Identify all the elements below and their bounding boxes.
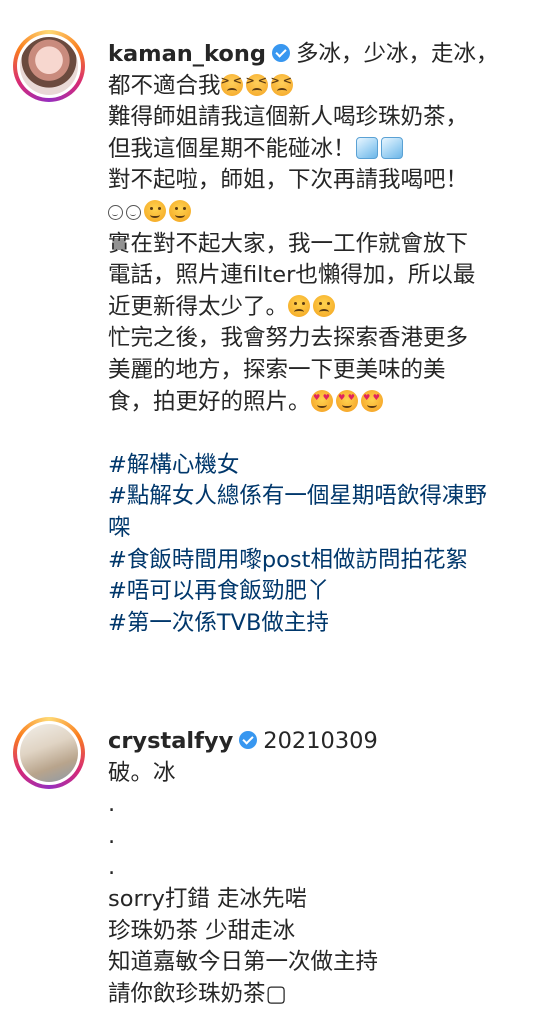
caption-line: 對不起啦，師姐，下次再請我喝吧！: [108, 167, 469, 194]
caption-body: kaman_kong 多冰，少冰，走冰， 都不適合我 難得師姐請我這個新人喝珍珠奶…: [108, 39, 538, 639]
comment-line: 知道嘉敏今日第一次做主持: [108, 949, 379, 976]
comment-line: .: [108, 854, 116, 881]
comment-line: .: [108, 822, 116, 849]
hashtag-link[interactable]: #解構心機女: [108, 452, 239, 478]
ice-cube-icon: [380, 136, 403, 159]
hashtag-link[interactable]: 㗎: [108, 515, 131, 541]
caption-line: 都不適合我: [108, 72, 221, 99]
username-link[interactable]: kaman_kong: [108, 41, 266, 67]
hashtag-link[interactable]: #第一次係TVB做主持: [108, 610, 329, 636]
avatar-photo: [20, 724, 78, 782]
winking-face-icon: [144, 199, 166, 222]
caption-line: 食，拍更好的照片。: [108, 388, 311, 415]
winking-face-icon: [169, 199, 191, 222]
caption-line: 美麗的地方，探索一下更美味的美: [108, 356, 446, 383]
comment-line: 珍珠奶茶 少甜走冰: [108, 917, 296, 944]
comment-line: 破。冰: [108, 759, 176, 786]
username-link[interactable]: crystalfyy: [108, 728, 233, 754]
smiling-face-icon: [126, 204, 141, 220]
smiling-face-with-hearts-icon: [335, 389, 358, 412]
caption-line: 但我這個星期不能碰冰！: [108, 135, 356, 162]
smiling-face-with-hearts-icon: [360, 389, 383, 412]
hashtag-link[interactable]: #唔可以再食飯勁肥丫: [108, 578, 329, 604]
comment-line: sorry打錯 走冰先啱: [108, 885, 308, 912]
frowning-face-icon: [313, 294, 336, 317]
caption-line: 近更新得太少了。: [108, 293, 289, 320]
persevering-face-icon: [270, 73, 293, 96]
comment-line: 請你飲珍珠奶茶▢: [108, 980, 287, 1007]
avatar-photo: [20, 37, 78, 95]
comment-line: .: [108, 791, 116, 818]
hashtag-link[interactable]: #點解女人總係有一個星期唔飲得凍野: [108, 483, 487, 509]
avatar-kaman-kong[interactable]: [13, 30, 85, 102]
persevering-face-icon: [220, 73, 243, 96]
comment-date: 20210309: [263, 728, 378, 754]
caption-line: 實在對不起大家，我一工作就會放下: [108, 230, 469, 257]
avatar-crystalfyy[interactable]: [13, 717, 85, 789]
caption-line: 忙完之後，我會努力去探索香港更多: [108, 325, 469, 352]
hashtag-link[interactable]: #食飯時間用嚟post相做訪問拍花絮: [108, 547, 468, 573]
verified-badge-icon: [239, 731, 258, 749]
caption-line: 難得師姐請我這個新人喝珍珠奶茶，: [108, 104, 469, 131]
comment-body: crystalfyy 20210309 破。冰 . . . sorry打錯 走冰先…: [108, 726, 538, 1010]
smiling-face-with-hearts-icon: [310, 389, 333, 412]
caption-line: 電話，照片連filter也懶得加，所以最: [108, 262, 476, 289]
ice-cube-icon: [355, 136, 378, 159]
persevering-face-icon: [245, 73, 268, 96]
caption-line: 多冰，少冰，走冰，: [295, 41, 499, 67]
frowning-face-icon: [288, 294, 311, 317]
verified-badge-icon: [271, 44, 290, 62]
smiling-face-icon: [108, 204, 123, 220]
